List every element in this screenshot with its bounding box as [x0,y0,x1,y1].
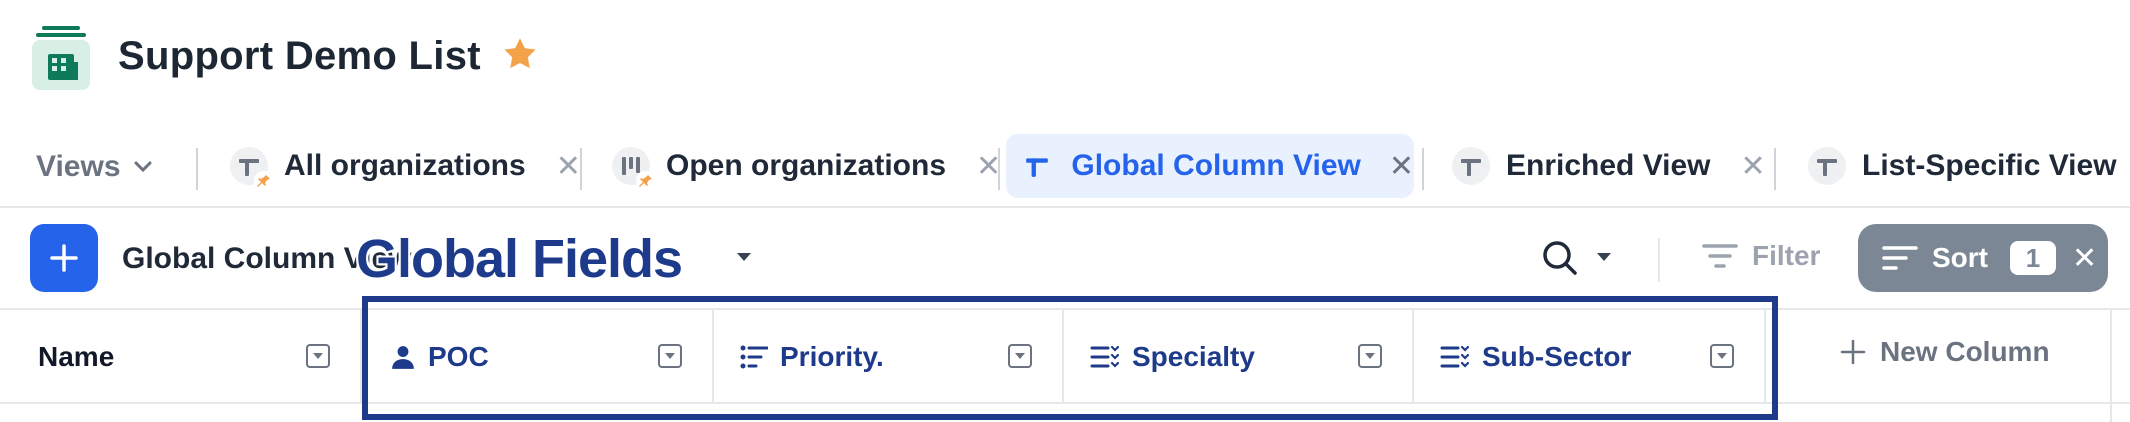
tab-open-organizations[interactable]: Open organizations ✕ [600,134,1001,198]
sort-count-badge: 1 [2010,241,2056,275]
filter-button[interactable]: Filter [1702,240,1820,272]
divider [2110,310,2112,422]
chevron-down-icon [134,161,152,173]
star-icon[interactable] [502,36,538,72]
add-record-button[interactable] [30,224,98,292]
close-icon[interactable]: ✕ [556,149,581,184]
kanban-icon [612,147,656,191]
caret-down-icon[interactable] [1596,250,1612,268]
tab-label: List-Specific View [1862,149,2117,182]
tab-label: Global Column View [1071,149,1361,182]
new-column-button[interactable]: New Column [1840,336,2050,368]
tab-enriched-view[interactable]: Enriched View ✕ [1440,134,1766,198]
close-icon[interactable]: ✕ [2072,241,2097,276]
column-menu-icon[interactable] [306,344,330,368]
tab-all-organizations[interactable]: All organizations ✕ [218,134,581,198]
view-icon [1018,147,1055,185]
column-label: Name [38,341,115,372]
view-icon [1452,147,1490,185]
annotation-highlight-box [362,296,1778,420]
plus-icon [50,244,78,272]
tab-label: All organizations [284,149,526,182]
new-column-label: New Column [1880,336,2050,367]
views-tab-bar: Views All organizations ✕ Open organizat… [0,134,2130,208]
caret-down-icon[interactable] [736,250,752,268]
tab-global-column-view[interactable]: Global Column View ✕ [1006,134,1414,198]
filter-label: Filter [1752,240,1821,271]
pin-icon [636,171,656,191]
search-icon[interactable] [1540,238,1580,283]
close-icon[interactable]: ✕ [1389,149,1414,184]
tab-list-specific-view[interactable]: List-Specific View ✕ [1796,134,2130,198]
building-icon [32,26,90,90]
filter-icon [1702,244,1738,268]
tab-label: Enriched View [1506,149,1711,182]
views-label: Views [36,150,121,183]
sort-button[interactable]: Sort 1 ✕ [1858,224,2108,292]
tab-label: Open organizations [666,149,947,182]
views-dropdown[interactable]: Views [36,150,153,184]
pin-icon [254,171,274,191]
divider [1658,238,1660,282]
divider [1422,148,1424,190]
toolbar: Global Column View Filter Sort 1 ✕ [0,210,2130,310]
column-header-name[interactable]: Name [0,310,362,404]
view-icon [1808,147,1846,185]
page-header: Support Demo List [0,0,2130,120]
divider [998,148,1000,190]
divider [580,148,582,190]
view-icon [230,147,274,191]
plus-icon [1840,339,1866,365]
close-icon[interactable]: ✕ [1741,149,1766,184]
sort-icon [1882,246,1918,270]
annotation-label: Global Fields [356,229,683,289]
list-title: Support Demo List [118,34,481,78]
sort-label: Sort [1932,242,1988,273]
divider [196,148,198,190]
divider [1774,148,1776,190]
